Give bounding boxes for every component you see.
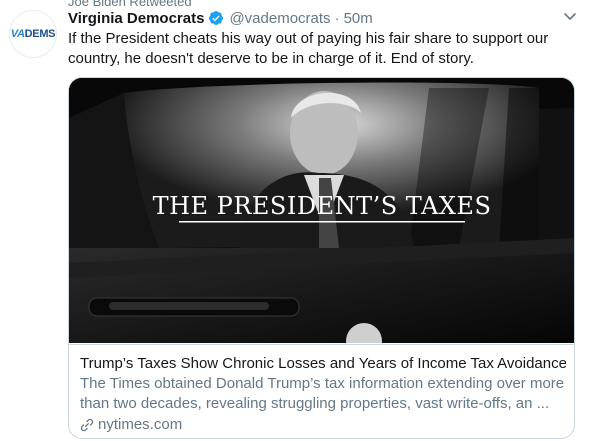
card-description: The Times obtained Donald Trump’s tax in… (80, 375, 565, 412)
author-name[interactable]: Virginia Democrats (68, 10, 204, 27)
separator-dot: · (334, 9, 340, 27)
link-card[interactable]: THE PRESIDENT’S TAXES Trump’s Taxes Show… (68, 77, 575, 439)
card-domain[interactable]: nytimes.com (80, 415, 566, 435)
tweet-header: Virginia Democrats @vademocrats · 50m (68, 8, 373, 28)
verified-badge-icon (209, 11, 224, 25)
card-title[interactable]: Trump’s Taxes Show Chronic Losses and Ye… (80, 354, 566, 374)
chevron-down-icon[interactable] (562, 8, 578, 24)
tweet-timestamp[interactable]: 50m (344, 10, 373, 27)
avatar[interactable]: VADEMS (9, 10, 57, 58)
tweet-text: If the President cheats his way out of p… (68, 30, 549, 67)
card-photo: THE PRESIDENT’S TAXES (69, 78, 574, 343)
tweet[interactable]: Joe Biden Retweeted VADEMS Virginia Demo… (0, 0, 598, 441)
card-domain-text: nytimes.com (98, 416, 183, 433)
link-icon (80, 418, 94, 432)
avatar-logo: VADEMS (10, 28, 56, 40)
author-handle[interactable]: @vademocrats (229, 10, 330, 27)
card-body[interactable]: Trump’s Taxes Show Chronic Losses and Ye… (69, 344, 574, 438)
card-image[interactable]: THE PRESIDENT’S TAXES (69, 78, 574, 343)
image-caption: THE PRESIDENT’S TAXES (153, 192, 492, 220)
